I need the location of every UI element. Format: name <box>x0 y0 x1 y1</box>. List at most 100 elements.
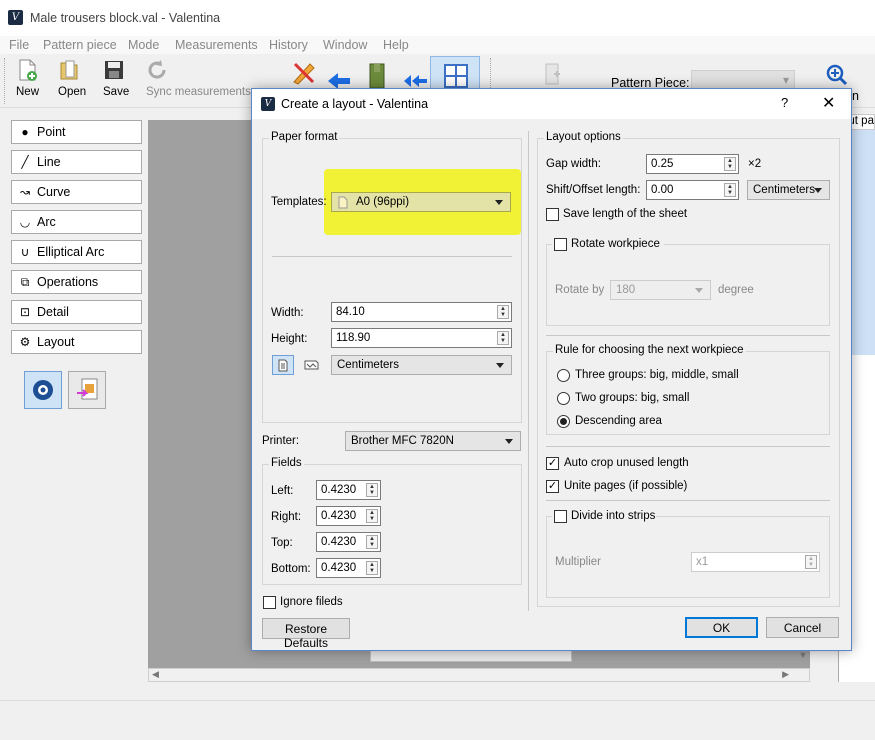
export-layout-button[interactable] <box>68 371 106 409</box>
right-margin-stepper[interactable]: ▲ ▼ <box>366 509 378 523</box>
save-button[interactable]: Save <box>103 58 129 98</box>
save-length-checkbox[interactable] <box>546 208 559 221</box>
paper-format-title: Paper format <box>269 131 340 143</box>
printer-label: Printer: <box>262 435 300 447</box>
tool-point-button[interactable]: ● Point <box>11 120 142 144</box>
tool-detail-label: Detail <box>37 305 69 319</box>
unite-pages-label: Unite pages (if possible) <box>564 480 688 492</box>
zoom-in-icon[interactable] <box>826 64 848 86</box>
menu-help[interactable]: Help <box>383 38 409 52</box>
cancel-button[interactable]: Cancel <box>766 617 839 638</box>
paper-units-combo[interactable]: Centimeters <box>331 355 512 375</box>
unite-pages-checkbox[interactable]: ✓ <box>546 480 559 493</box>
bottom-margin-stepper[interactable]: ▲ ▼ <box>366 561 378 575</box>
menu-file[interactable]: File <box>9 38 29 52</box>
new-button[interactable]: New <box>16 58 39 98</box>
multiplier-stepper[interactable]: ▲ ▼ <box>805 555 817 569</box>
pencil-ruler-icon[interactable] <box>291 60 317 86</box>
sync-icon <box>148 60 166 79</box>
left-margin-spinbox[interactable]: 0.4230 ▲ ▼ <box>316 480 381 500</box>
rule-title: Rule for choosing the next workpiece <box>553 344 746 356</box>
shift-units-combo[interactable]: Centimeters <box>747 180 830 200</box>
line-icon: ╱ <box>21 155 29 169</box>
portrait-icon <box>278 359 288 372</box>
rotate-workpiece-checkbox[interactable] <box>554 238 567 251</box>
auto-crop-checkbox[interactable]: ✓ <box>546 457 559 470</box>
new-file-icon <box>19 59 37 81</box>
menu-history[interactable]: History <box>269 38 308 52</box>
close-icon[interactable]: ✕ <box>822 93 835 113</box>
tool-operations-button[interactable]: ⧉ Operations <box>11 270 142 294</box>
tool-arc-button[interactable]: ◡ Arc <box>11 210 142 234</box>
tool-layout-button[interactable]: ⚙ Layout <box>11 330 142 354</box>
tool-line-label: Line <box>37 155 61 169</box>
right-margin-spinbox[interactable]: 0.4230 ▲ ▼ <box>316 506 381 526</box>
window-titlebar: V Male trousers block.val - Valentina <box>0 0 875 36</box>
scroll-right-icon[interactable]: ▶ <box>782 669 789 680</box>
rotate-workpiece-label: Rotate workpiece <box>571 238 660 250</box>
shift-length-stepper[interactable]: ▲ ▼ <box>724 183 736 197</box>
bottom-margin-spinbox[interactable]: 0.4230 ▲ ▼ <box>316 558 381 578</box>
templates-combo[interactable]: A0 (96ppi) <box>331 192 511 212</box>
top-margin-value: 0.4230 <box>321 536 357 548</box>
shift-length-spinbox[interactable]: 0.00 ▲ ▼ <box>646 180 739 200</box>
dialog-titlebar: V Create a layout - Valentina ? ✕ <box>252 89 851 119</box>
gap-width-stepper[interactable]: ▲ ▼ <box>724 157 736 171</box>
top-margin-label: Top: <box>271 537 293 549</box>
open-label: Open <box>58 86 87 98</box>
menu-window[interactable]: Window <box>323 38 367 52</box>
top-margin-spinbox[interactable]: 0.4230 ▲ ▼ <box>316 532 381 552</box>
height-stepper[interactable]: ▲ ▼ <box>497 331 509 345</box>
two-groups-label: Two groups: big, small <box>575 392 690 404</box>
open-folder-icon <box>60 60 78 80</box>
tool-elliptical-arc-button[interactable]: ∪ Elliptical Arc <box>11 240 142 264</box>
top-margin-stepper[interactable]: ▲ ▼ <box>366 535 378 549</box>
height-spinbox[interactable]: 118.90 ▲ ▼ <box>331 328 512 348</box>
divide-strips-label: Divide into strips <box>571 510 656 522</box>
shift-length-label: Shift/Offset length: <box>546 184 641 196</box>
dialog-title: Create a layout - Valentina <box>281 97 429 111</box>
multiplier-label: Multiplier <box>555 556 602 568</box>
ignore-fields-checkbox[interactable] <box>263 596 276 609</box>
tool-detail-button[interactable]: ⊡ Detail <box>11 300 142 324</box>
open-button[interactable]: Open <box>58 58 86 98</box>
descending-area-radio[interactable] <box>557 415 570 428</box>
two-groups-radio[interactable] <box>557 392 570 405</box>
restore-defaults-button[interactable]: Restore Defaults <box>262 618 350 650</box>
menu-pattern-piece[interactable]: Pattern piece <box>43 38 117 52</box>
printer-combo[interactable]: Brother MFC 7820N <box>345 431 521 451</box>
menu-measurements[interactable]: Measurements <box>175 38 258 52</box>
width-value: 84.10 <box>336 306 365 318</box>
width-stepper[interactable]: ▲ ▼ <box>497 305 509 319</box>
vscroll-down-icon[interactable]: ▼ <box>797 650 809 664</box>
left-margin-label: Left: <box>271 485 294 497</box>
layout-settings-button[interactable] <box>24 371 62 409</box>
three-groups-radio[interactable] <box>557 369 570 382</box>
multiplier-value: x1 <box>696 556 709 568</box>
left-margin-stepper[interactable]: ▲ ▼ <box>366 483 378 497</box>
menu-mode[interactable]: Mode <box>128 38 159 52</box>
scroll-left-icon[interactable]: ◀ <box>152 669 159 680</box>
width-spinbox[interactable]: 84.10 ▲ ▼ <box>331 302 512 322</box>
multiplier-spinbox[interactable]: x1 ▲ ▼ <box>691 552 820 572</box>
rotate-by-combo[interactable]: 180 <box>610 280 711 300</box>
portrait-orientation-button[interactable] <box>272 355 294 375</box>
ok-button[interactable]: OK <box>685 617 758 638</box>
height-value: 118.90 <box>336 332 371 344</box>
paper-format-divider <box>272 256 512 257</box>
sync-measurements-button[interactable]: Sync measurements <box>146 58 251 98</box>
horizontal-scrollbar[interactable]: ◀ ▶ <box>148 668 810 682</box>
pattern-piece-icon[interactable] <box>364 60 390 90</box>
rotate-by-label: Rotate by <box>555 284 605 296</box>
save-disk-icon <box>105 61 123 79</box>
tool-curve-button[interactable]: ↝ Curve <box>11 180 142 204</box>
help-button[interactable]: ? <box>781 95 788 110</box>
auto-crop-label: Auto crop unused length <box>564 457 689 469</box>
tool-line-button[interactable]: ╱ Line <box>11 150 142 174</box>
rotate-by-value: 180 <box>616 284 636 296</box>
divide-strips-checkbox[interactable] <box>554 510 567 523</box>
landscape-orientation-button[interactable] <box>301 355 323 375</box>
toolbar-grip[interactable] <box>4 58 7 104</box>
pattern-piece-combo[interactable] <box>691 70 795 90</box>
gap-width-spinbox[interactable]: 0.25 ▲ ▼ <box>646 154 739 174</box>
